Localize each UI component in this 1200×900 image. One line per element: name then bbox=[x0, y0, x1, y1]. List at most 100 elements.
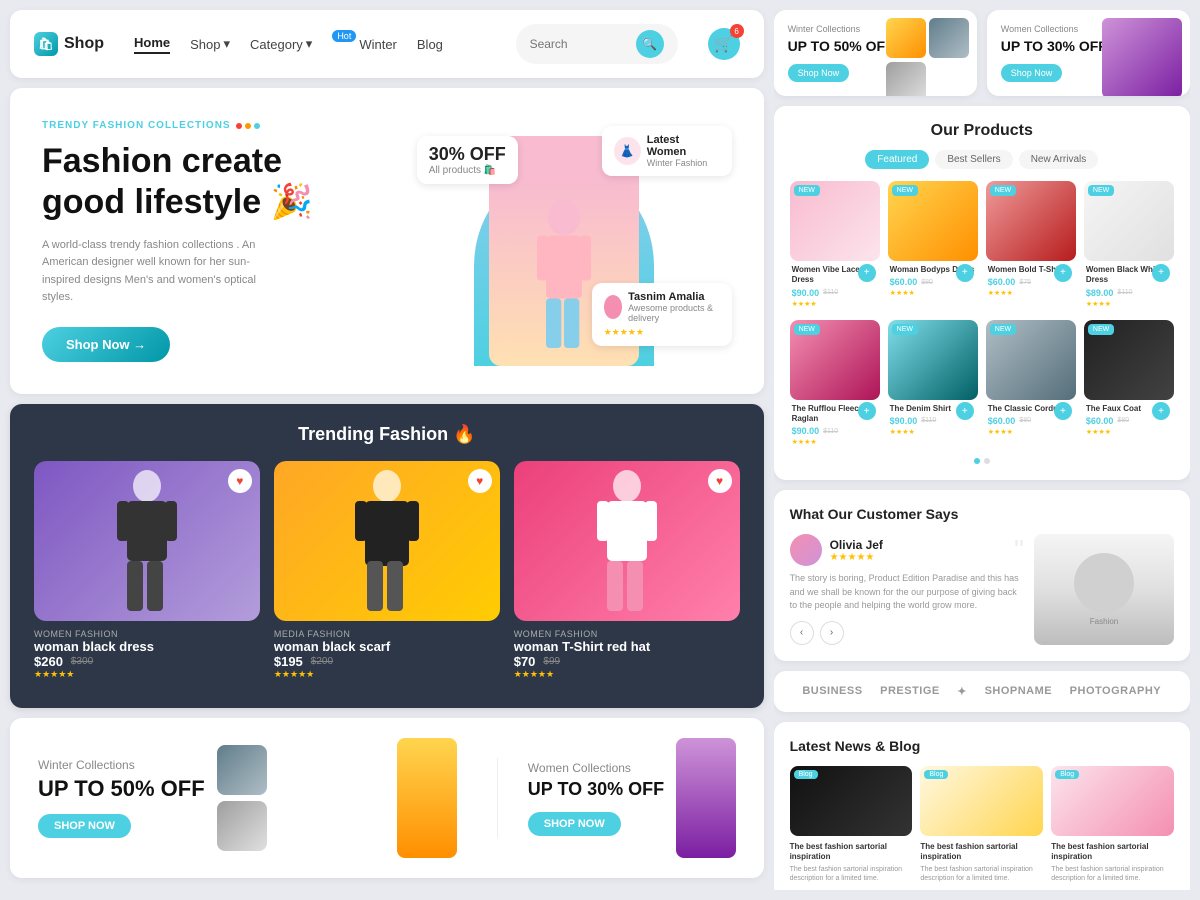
prev-testimonial[interactable]: ‹ bbox=[790, 621, 814, 645]
coll-img-bag bbox=[886, 62, 926, 96]
collection-card-1: Winter Collections UP TO 50% OFF Shop No… bbox=[774, 10, 977, 96]
brand-4: SHOPNAME bbox=[985, 685, 1053, 697]
women-title: UP TO 30% OFF bbox=[528, 779, 666, 800]
trend-price-3: $70 bbox=[514, 654, 536, 669]
hero-section: TRENDY FASHION COLLECTIONS Fashion creat… bbox=[10, 88, 764, 394]
trend-img-2: ♥ bbox=[274, 461, 500, 621]
product-label: Fashion bbox=[1090, 617, 1118, 626]
women-shop-btn[interactable]: SHOP NOW bbox=[528, 812, 621, 836]
trend-card-1: ♥ WOMEN FASHION woman black dress $260 $… bbox=[34, 461, 260, 688]
dot-2[interactable] bbox=[984, 458, 990, 464]
trend-name-2: woman black scarf bbox=[274, 639, 500, 654]
nav-shop[interactable]: Shop ▾ bbox=[190, 36, 230, 52]
brand-3: ✦ bbox=[957, 685, 967, 698]
news-title-1: The best fashion sartorial inspiration bbox=[790, 842, 913, 863]
navbar: 🛍 Shop Home Shop ▾ Category ▾ Hot Winter… bbox=[10, 10, 764, 78]
top-collections: Winter Collections UP TO 50% OFF Shop No… bbox=[774, 10, 1190, 96]
tab-featured[interactable]: Featured bbox=[865, 150, 929, 169]
cart-button[interactable]: 🛒 6 bbox=[708, 28, 740, 60]
prod-img-2: NEW bbox=[888, 181, 978, 261]
prod-img-8: NEW bbox=[1084, 320, 1174, 400]
prod-badge-7: NEW bbox=[990, 324, 1016, 335]
trending-title: Trending Fashion 🔥 bbox=[34, 424, 740, 445]
winter-accessories bbox=[217, 745, 267, 851]
winter-shop-btn[interactable]: SHOP NOW bbox=[38, 814, 131, 838]
prod-card-5: NEW The Rufflou Fleece Raglan $90.00 $11… bbox=[790, 320, 880, 451]
trend-name-3: woman T-Shirt red hat bbox=[514, 639, 740, 654]
prod-badge-4: NEW bbox=[1088, 185, 1114, 196]
tab-bestsellers[interactable]: Best Sellers bbox=[935, 150, 1012, 169]
coll-btn-2[interactable]: Shop Now bbox=[1001, 64, 1063, 82]
prod-add-1[interactable]: + bbox=[858, 264, 876, 282]
news-card-1: Blog The best fashion sartorial inspirat… bbox=[790, 766, 913, 884]
prod-add-3[interactable]: + bbox=[1054, 264, 1072, 282]
trending-grid: ♥ WOMEN FASHION woman black dress $260 $… bbox=[34, 461, 740, 688]
winter-left: Winter Collections UP TO 50% OFF SHOP NO… bbox=[38, 745, 387, 851]
offer-text: All products 🛍️ bbox=[429, 165, 506, 176]
prod-img-6: NEW bbox=[888, 320, 978, 400]
tab-new-arrivals[interactable]: New Arrivals bbox=[1019, 150, 1099, 169]
heart-1[interactable]: ♥ bbox=[228, 469, 252, 493]
trend-img-3: ♥ bbox=[514, 461, 740, 621]
prod-add-2[interactable]: + bbox=[956, 264, 974, 282]
right-panel: Winter Collections UP TO 50% OFF Shop No… bbox=[774, 10, 1190, 890]
trend-img-1: ♥ bbox=[34, 461, 260, 621]
shop-now-button[interactable]: Shop Now → bbox=[42, 327, 170, 362]
testimonial-nav: ‹ › bbox=[790, 621, 1024, 645]
news-img-wrap-3: Blog bbox=[1051, 766, 1174, 836]
prod-card-1: NEW Women Vibe Lace Dress $90.00 $110 ★★… bbox=[790, 181, 880, 312]
hero-content: TRENDY FASHION COLLECTIONS Fashion creat… bbox=[42, 120, 377, 362]
model-figure-2 bbox=[676, 738, 736, 858]
prod-add-4[interactable]: + bbox=[1152, 264, 1170, 282]
trend-old-1: $300 bbox=[71, 656, 93, 667]
dot-1[interactable] bbox=[974, 458, 980, 464]
trend-price-2: $195 bbox=[274, 654, 303, 669]
testimonial-name: Olivia Jef bbox=[830, 538, 883, 552]
heart-2[interactable]: ♥ bbox=[468, 469, 492, 493]
prod-add-5[interactable]: + bbox=[858, 402, 876, 420]
hero-title: Fashion create good lifestyle 🎉 bbox=[42, 141, 377, 223]
trend-info-1: WOMEN FASHION woman black dress $260 $30… bbox=[34, 621, 260, 688]
winter-sub: Winter Collections bbox=[38, 758, 205, 772]
prod-badge-3: NEW bbox=[990, 185, 1016, 196]
prod-badge-1: NEW bbox=[794, 185, 820, 196]
reviewer-sub: Awesome products & delivery bbox=[628, 303, 719, 323]
hero-visual: 30% OFF All products 🛍️ 👗 Latest Women W… bbox=[397, 116, 732, 366]
nav-category[interactable]: Category ▾ bbox=[250, 36, 312, 52]
testimonial-body: The story is boring, Product Edition Par… bbox=[790, 572, 1024, 613]
nav-blog[interactable]: Blog bbox=[417, 37, 443, 52]
hero-description: A world-class trendy fashion collections… bbox=[42, 237, 282, 307]
trend-stars-1: ★★★★★ bbox=[34, 669, 260, 680]
heart-3[interactable]: ♥ bbox=[708, 469, 732, 493]
prod-img-3: NEW bbox=[986, 181, 1076, 261]
nav-winter[interactable]: Hot Winter bbox=[332, 37, 397, 52]
nav-home[interactable]: Home bbox=[134, 35, 170, 54]
products-section: Our Products Featured Best Sellers New A… bbox=[774, 106, 1190, 481]
trend-cat-2: MEDIA FASHION bbox=[274, 629, 500, 639]
news-title: Latest News & Blog bbox=[790, 738, 1174, 754]
collection-card-2: Women Collections UP TO 30% OFF Shop Now bbox=[987, 10, 1190, 96]
latest-card-title: Latest Women bbox=[647, 134, 720, 158]
news-tag-3: Blog bbox=[1055, 770, 1079, 779]
coll-btn-1[interactable]: Shop Now bbox=[788, 64, 850, 82]
news-img-wrap-1: Blog bbox=[790, 766, 913, 836]
cart-count: 6 bbox=[730, 24, 744, 38]
next-testimonial[interactable]: › bbox=[820, 621, 844, 645]
search-input[interactable] bbox=[530, 37, 630, 51]
testimonial-section: What Our Customer Says Olivia Jef ★★★★★ … bbox=[774, 490, 1190, 661]
testimonial-text: Olivia Jef ★★★★★ " The story is boring, … bbox=[790, 534, 1024, 645]
trend-old-2: $200 bbox=[311, 656, 333, 667]
testimonial-image: Fashion bbox=[1034, 534, 1174, 645]
bag-img bbox=[217, 801, 267, 851]
coll-img-model bbox=[1102, 18, 1182, 96]
hero-tag: TRENDY FASHION COLLECTIONS bbox=[42, 120, 377, 131]
prod-badge-5: NEW bbox=[794, 324, 820, 335]
search-button[interactable]: 🔍 bbox=[636, 30, 664, 58]
brand-1: BUSINESS bbox=[802, 685, 862, 697]
trend-cat-1: WOMEN FASHION bbox=[34, 629, 260, 639]
coll-img-woman bbox=[886, 18, 926, 58]
brand-5: PHOTOGRAPHY bbox=[1070, 685, 1161, 697]
testimonial-content: Olivia Jef ★★★★★ " The story is boring, … bbox=[790, 534, 1174, 645]
latest-card: 👗 Latest Women Winter Fashion bbox=[602, 126, 732, 176]
trending-section: Trending Fashion 🔥 ♥ WOMEN FASHION bbox=[10, 404, 764, 708]
